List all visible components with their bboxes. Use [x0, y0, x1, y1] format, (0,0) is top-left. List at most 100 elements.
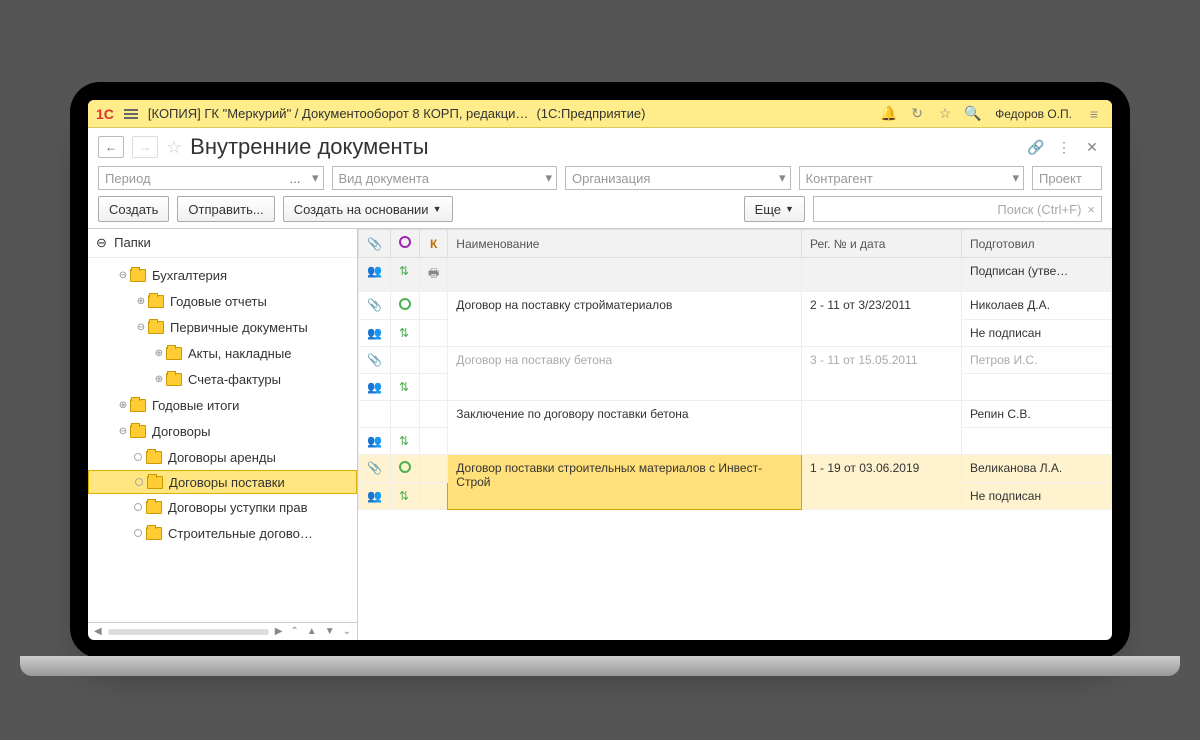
people-icon: 👥 [367, 380, 382, 394]
user-name[interactable]: Федоров О.П. [991, 107, 1076, 121]
doc-prepared: Великанова Л.А. [962, 455, 1112, 483]
tree-item[interactable]: Договоры уступки прав [88, 494, 357, 520]
table-row[interactable]: Заключение по договору поставки бетонаРе… [359, 401, 1112, 428]
doc-regdate: 2 - 11 от 3/23/2011 [802, 292, 962, 347]
document-table: 📎 К Наименование Рег. № и дата Подготови… [358, 229, 1112, 510]
doc-signed: Не подписан [962, 483, 1112, 510]
folder-icon [148, 321, 164, 334]
filter-bar: Период▾ Вид документа▾ Организация▾ Конт… [88, 166, 1112, 196]
col-signed[interactable]: Подписан (утве… [962, 258, 1112, 292]
tree-item-label: Договоры [152, 424, 210, 439]
doc-signed [962, 374, 1112, 401]
bell-icon[interactable]: 🔔 [879, 104, 899, 124]
col-regdate[interactable]: Рег. № и дата [802, 230, 962, 258]
forward-button[interactable]: → [132, 136, 158, 158]
route-icon: ⇅ [399, 264, 409, 278]
tree-item-label: Годовые отчеты [170, 294, 267, 309]
print-icon: 🖶 [428, 266, 439, 280]
route-icon: ⇅ [399, 434, 409, 448]
scroll-left-icon[interactable]: ◀ [92, 626, 104, 637]
tree-item[interactable]: Строительные догово… [88, 520, 357, 546]
folder-tree-pane: ⊖ Папки ⊖Бухгалтерия⊕Годовые отчеты⊖Перв… [88, 229, 358, 640]
col-status[interactable] [390, 230, 419, 258]
doc-name: Договор на поставку стройматериалов [448, 292, 802, 347]
tree-item-label: Бухгалтерия [152, 268, 227, 283]
tree-up-icon[interactable]: ▲ [305, 626, 319, 637]
search-icon[interactable]: 🔍 [963, 104, 983, 124]
user-menu-icon[interactable]: ≡ [1084, 104, 1104, 124]
tree-item[interactable]: ⊖Договоры [88, 418, 357, 444]
toolbar: Создать Отправить... Создать на основани… [88, 196, 1112, 228]
filter-project[interactable]: Проект [1032, 166, 1102, 190]
tree-item[interactable]: ⊖Бухгалтерия [88, 262, 357, 288]
paperclip-icon: 📎 [367, 298, 382, 312]
doc-regdate [802, 401, 962, 455]
scroll-right-icon[interactable]: ▶ [273, 626, 285, 637]
tree-item[interactable]: Договоры поставки [88, 470, 357, 494]
tree-item-label: Счета-фактуры [188, 372, 281, 387]
tree-item[interactable]: ⊕Счета-фактуры [88, 366, 357, 392]
tree-item-label: Договоры уступки прав [168, 500, 308, 515]
filter-org[interactable]: Организация▾ [565, 166, 791, 190]
create-based-button[interactable]: Создать на основании ▼ [283, 196, 453, 222]
col-prepared[interactable]: Подготовил [962, 230, 1112, 258]
filter-doctype[interactable]: Вид документа▾ [332, 166, 558, 190]
send-button[interactable]: Отправить... [177, 196, 274, 222]
table-row[interactable]: 📎Договор на поставку стройматериалов2 - … [359, 292, 1112, 320]
status-circle-icon [399, 236, 411, 248]
filter-period[interactable]: Период▾ [98, 166, 324, 190]
tree-item[interactable]: ⊕Акты, накладные [88, 340, 357, 366]
col-name[interactable]: Наименование [448, 230, 802, 258]
doc-prepared: Николаев Д.А. [962, 292, 1112, 320]
folder-icon [166, 373, 182, 386]
tree-down-icon[interactable]: ▼ [323, 626, 337, 637]
tree-item-label: Договоры поставки [169, 475, 285, 490]
col-k[interactable]: К [419, 230, 447, 258]
table-row[interactable]: 📎Договор на поставку бетона3 - 11 от 15.… [359, 347, 1112, 374]
link-icon[interactable]: 🔗 [1026, 137, 1046, 157]
tree-tool-icon[interactable]: ⌃ [288, 626, 300, 637]
search-box[interactable]: Поиск (Ctrl+F)× [813, 196, 1102, 222]
create-button[interactable]: Создать [98, 196, 169, 222]
doc-prepared: Репин С.В. [962, 401, 1112, 428]
doc-signed [962, 428, 1112, 455]
people-icon: 👥 [367, 326, 382, 340]
tree-item[interactable]: ⊕Годовые отчеты [88, 288, 357, 314]
folder-icon [146, 527, 162, 540]
col-attach[interactable]: 📎 [359, 230, 391, 258]
filter-counterparty[interactable]: Контрагент▾ [799, 166, 1025, 190]
kebab-icon[interactable]: ⋮ [1054, 137, 1074, 157]
tree-item[interactable]: ⊖Первичные документы [88, 314, 357, 340]
more-button[interactable]: Еще ▼ [744, 196, 805, 222]
table-row[interactable]: 📎Договор поставки строительных материало… [359, 455, 1112, 483]
folder-icon [130, 399, 146, 412]
folder-icon [166, 347, 182, 360]
tree-item-label: Договоры аренды [168, 450, 276, 465]
doc-name: Договор на поставку бетона [448, 347, 802, 401]
tree-collapse-icon[interactable]: ⊖ [96, 235, 107, 250]
star-icon[interactable]: ☆ [935, 104, 955, 124]
doc-regdate: 1 - 19 от 03.06.2019 [802, 455, 962, 510]
folder-icon [148, 295, 164, 308]
tree-item[interactable]: Договоры аренды [88, 444, 357, 470]
history-icon[interactable]: ↻ [907, 104, 927, 124]
tree-tool2-icon[interactable]: ⌄ [341, 626, 353, 637]
doc-regdate: 3 - 11 от 15.05.2011 [802, 347, 962, 401]
tree-item-label: Акты, накладные [188, 346, 291, 361]
folder-icon [130, 269, 146, 282]
menu-icon[interactable] [122, 107, 140, 121]
route-icon: ⇅ [399, 326, 409, 340]
favorite-icon[interactable]: ☆ [166, 137, 182, 158]
back-button[interactable]: ← [98, 136, 124, 158]
tree-item[interactable]: ⊕Годовые итоги [88, 392, 357, 418]
route-icon: ⇅ [399, 380, 409, 394]
document-table-pane: 📎 К Наименование Рег. № и дата Подготови… [358, 229, 1112, 640]
route-icon: ⇅ [399, 489, 409, 503]
tree-root[interactable]: Папки [114, 235, 151, 250]
people-icon: 👥 [367, 489, 382, 503]
paperclip-icon: 📎 [367, 461, 382, 475]
close-icon[interactable]: ✕ [1082, 137, 1102, 157]
clear-search-icon[interactable]: × [1087, 202, 1095, 217]
people-icon: 👥 [367, 434, 382, 448]
people-icon: 👥 [367, 264, 382, 278]
